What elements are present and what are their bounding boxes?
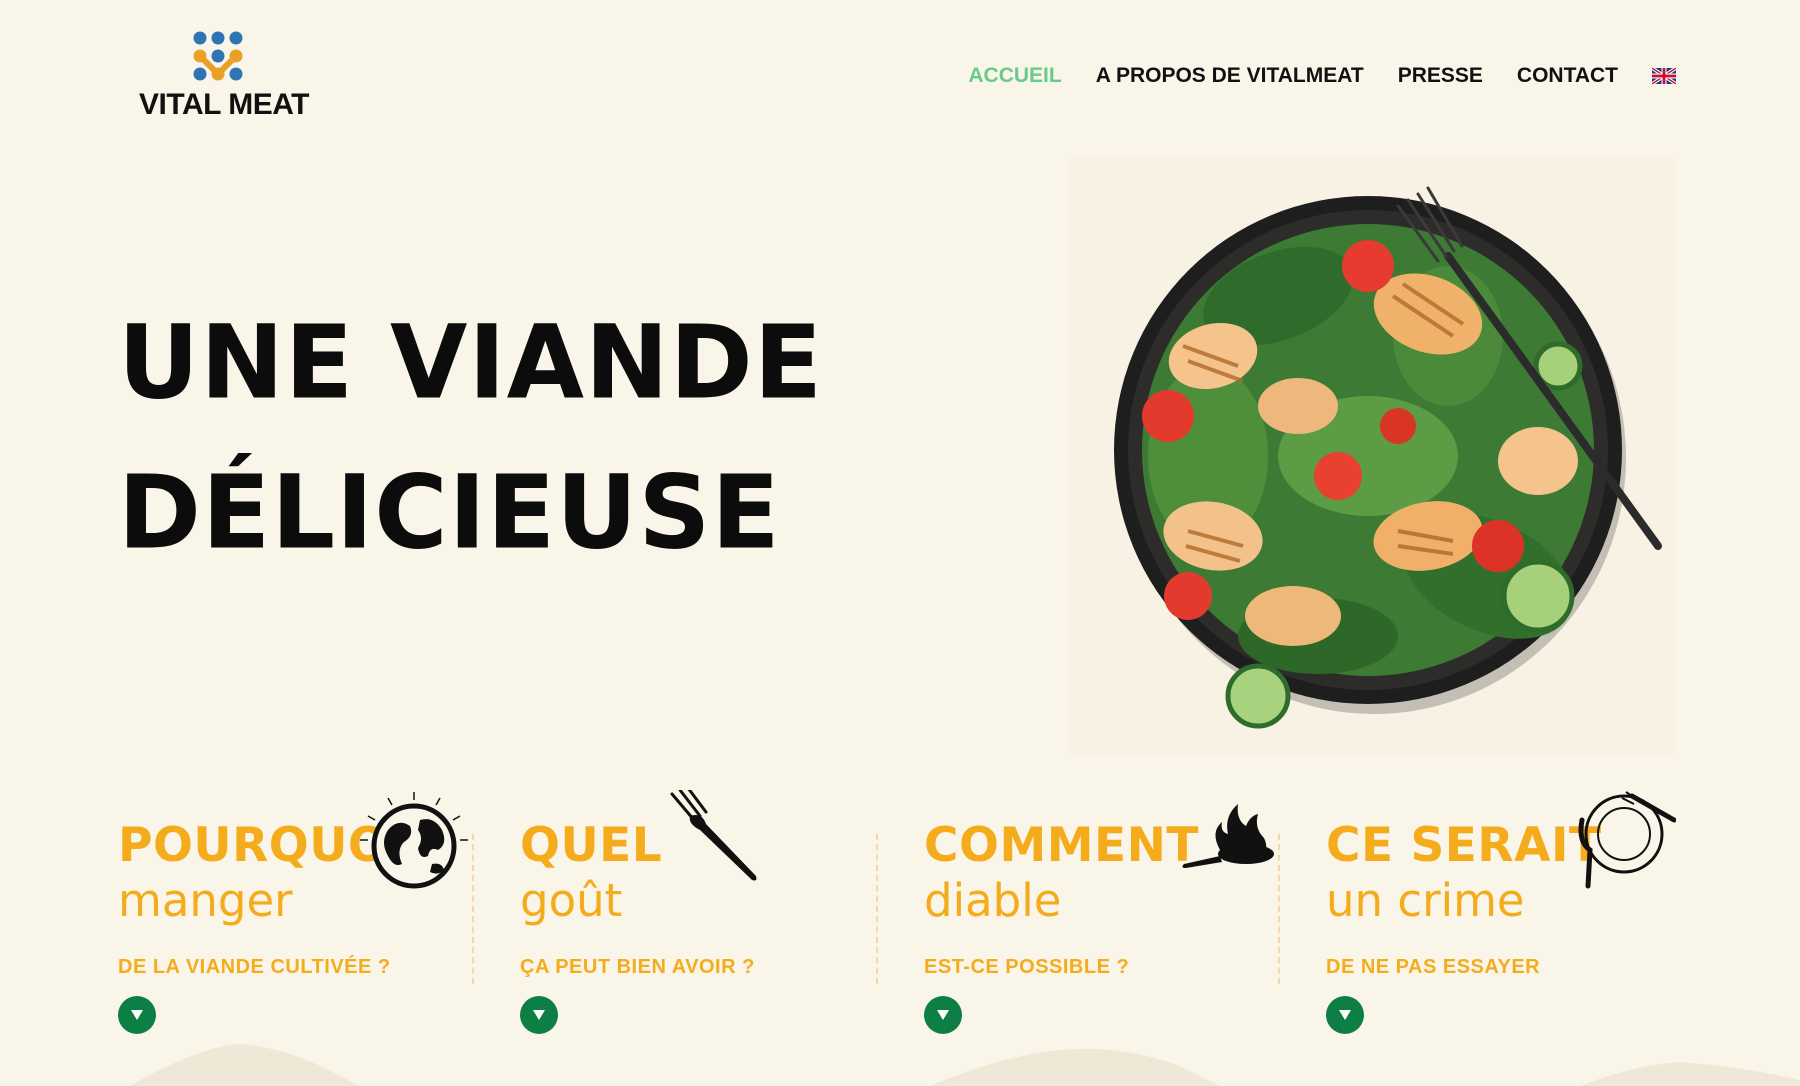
feature-question: DE LA VIANDE CULTIVÉE ?: [118, 956, 391, 978]
nav-item-presse[interactable]: PRESSE: [1398, 64, 1483, 88]
flaming-pan-icon: [1182, 804, 1274, 868]
feature-divider: [876, 834, 878, 984]
feature-subtitle: un crime: [1326, 874, 1525, 927]
hero-title-line1: UNE VIANDE: [118, 302, 824, 423]
feature-ce-serait: CE SERAIT un crime DE NE PAS ESSAYER: [1326, 790, 1686, 1040]
arrow-down-icon: [533, 1010, 545, 1020]
feature-arrow-button[interactable]: [520, 996, 558, 1034]
feature-divider: [472, 834, 474, 984]
logo-text: VITAL MEAT: [139, 88, 310, 121]
uk-flag-icon[interactable]: [1652, 68, 1676, 84]
vitalmeat-logo[interactable]: VITAL MEAT: [134, 30, 314, 126]
hero-title-line2: DÉLICIEUSE: [118, 452, 781, 573]
feature-comment: COMMENT diable EST-CE POSSIBLE ?: [924, 790, 1284, 1040]
salad-image: [1068, 156, 1676, 756]
feature-pourquoi: POURQUOI manger DE LA VIANDE CULTIVÉE ?: [118, 790, 478, 1040]
arrow-down-icon: [1339, 1010, 1351, 1020]
feature-subtitle: diable: [924, 874, 1062, 927]
feature-divider: [1278, 834, 1280, 984]
feature-title: CE SERAIT: [1326, 818, 1602, 873]
background-hills: [130, 1044, 1800, 1086]
feature-arrow-button[interactable]: [924, 996, 962, 1034]
feature-question: EST-CE POSSIBLE ?: [924, 956, 1130, 978]
feature-question: ÇA PEUT BIEN AVOIR ?: [520, 956, 755, 978]
nav-item-contact[interactable]: CONTACT: [1517, 64, 1618, 88]
logo-dots-icon: [193, 31, 243, 81]
nav-item-accueil[interactable]: ACCUEIL: [968, 64, 1061, 88]
arrow-down-icon: [131, 1010, 143, 1020]
feature-subtitle: goût: [520, 874, 623, 927]
feature-arrow-button[interactable]: [118, 996, 156, 1034]
fork-icon: [670, 790, 757, 881]
feature-subtitle: manger: [118, 874, 293, 927]
hero-title: UNE VIANDE DÉLICIEUSE: [118, 288, 823, 588]
features-row: POURQUOI manger DE LA VIANDE CULTIVÉE ? …: [118, 790, 1678, 1050]
arrow-down-icon: [937, 1010, 949, 1020]
feature-quel: QUEL goût ÇA PEUT BIEN AVOIR ?: [520, 790, 880, 1040]
feature-title: QUEL: [520, 818, 663, 873]
plate-cutlery-icon: [1578, 791, 1676, 889]
feature-arrow-button[interactable]: [1326, 996, 1364, 1034]
feature-question: DE NE PAS ESSAYER: [1326, 956, 1541, 978]
globe-icon: [360, 792, 468, 889]
nav-item-a-propos[interactable]: A PROPOS DE VITALMEAT: [1096, 64, 1364, 88]
feature-title: COMMENT: [924, 818, 1199, 873]
main-nav: ACCUEIL A PROPOS DE VITALMEAT PRESSE CON…: [934, 64, 1676, 88]
